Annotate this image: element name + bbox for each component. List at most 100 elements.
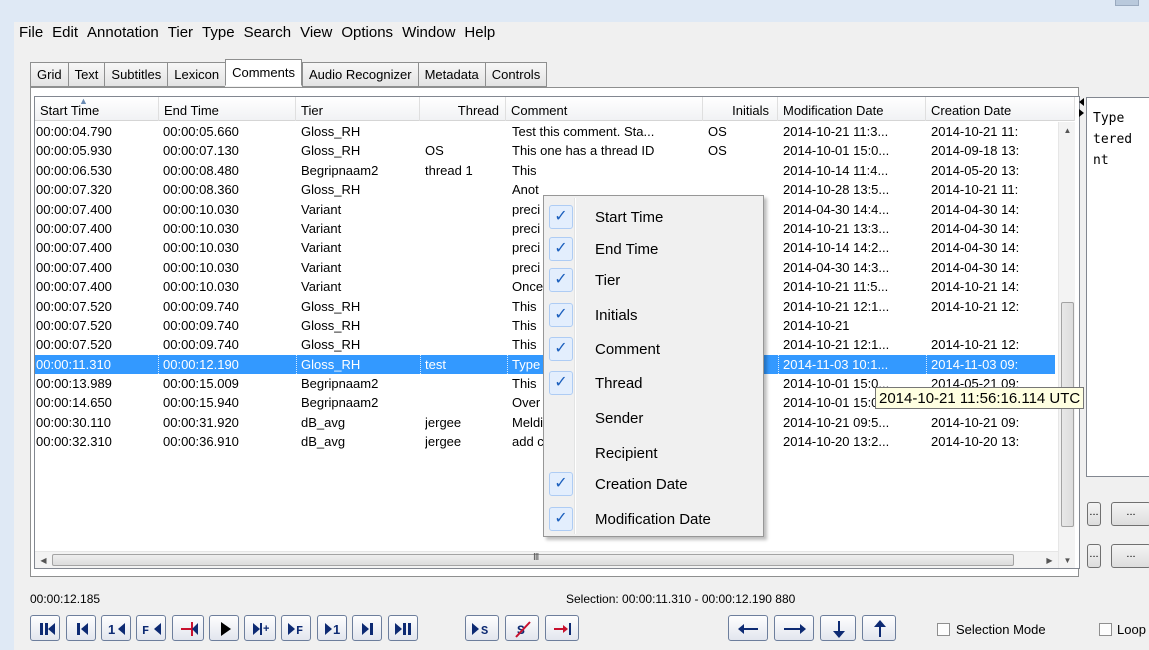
- menu-window[interactable]: Window: [401, 24, 456, 46]
- go-to-end-button[interactable]: [388, 615, 418, 641]
- pane-splitter[interactable]: [1079, 98, 1085, 120]
- menu-view[interactable]: View: [299, 24, 333, 46]
- column-header-end-time[interactable]: End Time: [159, 97, 296, 121]
- tab-grid[interactable]: Grid: [30, 62, 68, 87]
- column-header-thread[interactable]: Thread: [420, 97, 506, 121]
- scroll-thumb[interactable]: [1061, 302, 1074, 527]
- cell-comment: This one has a thread ID: [512, 143, 655, 159]
- previous-second-button[interactable]: [66, 615, 96, 641]
- tab-controls[interactable]: Controls: [484, 62, 548, 87]
- menu-type[interactable]: Type: [201, 24, 236, 46]
- cell-creation-date: 2014-09-18 13:: [931, 143, 1020, 159]
- selection-start-button[interactable]: S: [465, 615, 499, 641]
- menu-item-end-time[interactable]: ✓ End Time: [546, 233, 761, 263]
- previous-frame-button[interactable]: 1: [101, 615, 131, 641]
- collapse-right-icon[interactable]: [1079, 109, 1084, 117]
- cell-modification-date: 2014-10-21: [783, 317, 850, 333]
- table-row[interactable]: 00:00:06.530 00:00:08.480 Begripnaam2 threa…: [35, 161, 1055, 180]
- menu-search[interactable]: Search: [243, 24, 293, 46]
- selection-mode-checkbox[interactable]: [937, 623, 950, 636]
- menu-options[interactable]: Options: [340, 24, 394, 46]
- tab-lexicon[interactable]: Lexicon: [167, 62, 226, 87]
- column-header-modification-date[interactable]: Modification Date: [778, 97, 926, 121]
- cell-start-time: 00:00:07.520: [36, 298, 112, 314]
- column-header-start-time[interactable]: ▲ Start Time: [35, 97, 159, 121]
- previous-f-button[interactable]: F: [136, 615, 166, 641]
- menu-annotation[interactable]: Annotation: [86, 24, 160, 46]
- column-header-comment[interactable]: Comment: [506, 97, 703, 121]
- cell-creation-date: 2014-11-03 09:: [931, 356, 1019, 372]
- menu-item-thread[interactable]: ✓ Thread: [546, 367, 761, 397]
- column-header-initials[interactable]: Initials: [703, 97, 778, 121]
- play-selection-button[interactable]: +: [244, 615, 276, 641]
- window-button[interactable]: [1115, 0, 1139, 6]
- column-header-tier[interactable]: Tier: [296, 97, 420, 121]
- cell-modification-date: 2014-04-30 14:3...: [783, 259, 890, 275]
- horizontal-scroll-thumb[interactable]: III: [52, 552, 1014, 566]
- menu-item-recipient[interactable]: Recipient: [546, 437, 761, 467]
- cell-end-time: 00:00:15.009: [163, 376, 239, 392]
- menu-item-sender[interactable]: Sender: [546, 402, 761, 432]
- cell-start-time: 00:00:07.520: [36, 317, 112, 333]
- go-to-selection-end-button[interactable]: [545, 615, 579, 641]
- comment-text-area[interactable]: Type tered nt: [1086, 97, 1149, 477]
- cell-start-time: 00:00:07.400: [36, 220, 112, 236]
- shift-left-button[interactable]: [728, 615, 768, 641]
- arrow-right-bar-icon: [554, 623, 571, 635]
- previous-boundary-icon: [181, 622, 198, 636]
- menu-edit[interactable]: Edit: [51, 24, 79, 46]
- next-frame-button[interactable]: 1: [317, 615, 347, 641]
- menu-item-label: Modification Date: [595, 511, 711, 528]
- next-second-button[interactable]: [352, 615, 382, 641]
- table-row[interactable]: 00:00:05.930 00:00:07.130 Gloss_RH OS This o…: [35, 141, 1055, 160]
- move-up-button[interactable]: [862, 615, 896, 641]
- previous-f-icon: F: [142, 623, 161, 638]
- menu-item-modification-date[interactable]: ✓ Modification Date: [546, 503, 761, 533]
- cell-start-time: 00:00:07.400: [36, 259, 112, 275]
- menu-item-initials[interactable]: ✓ Initials: [546, 299, 761, 329]
- tab-metadata[interactable]: Metadata: [417, 62, 485, 87]
- collapse-left-icon[interactable]: [1079, 98, 1084, 106]
- table-row[interactable]: 00:00:04.790 00:00:05.660 Gloss_RH Test thi…: [35, 122, 1055, 141]
- cell-tier: Gloss_RH: [301, 124, 361, 139]
- play-button[interactable]: [209, 615, 239, 641]
- check-icon: ✓: [549, 303, 573, 327]
- scroll-down-icon[interactable]: ▼: [1059, 552, 1076, 568]
- tab-audio-recognizer[interactable]: Audio Recognizer: [301, 62, 418, 87]
- menu-item-comment[interactable]: ✓ Comment: [546, 333, 761, 363]
- menu-tier[interactable]: Tier: [167, 24, 194, 46]
- side-button-2[interactable]: ...: [1111, 502, 1149, 526]
- cell-tier: Gloss_RH: [301, 298, 361, 314]
- table-horizontal-scrollbar[interactable]: ◀ III ▶: [35, 551, 1058, 568]
- menu-item-label: Creation Date: [595, 476, 688, 493]
- tab-text[interactable]: Text: [67, 62, 105, 87]
- tab-subtitles[interactable]: Subtitles: [104, 62, 168, 87]
- column-header-creation-date[interactable]: Creation Date: [926, 97, 1075, 121]
- menu-help[interactable]: Help: [463, 24, 496, 46]
- go-to-begin-button[interactable]: [30, 615, 60, 641]
- menu-file[interactable]: File: [18, 24, 44, 46]
- cell-modification-date: 2014-10-14 11:4...: [783, 162, 889, 178]
- menu-item-label: Sender: [595, 410, 644, 427]
- clear-selection-button[interactable]: S: [505, 615, 539, 641]
- check-icon: ✓: [549, 268, 573, 292]
- menu-item-creation-date[interactable]: ✓ Creation Date: [546, 468, 761, 498]
- loop-mode-checkbox[interactable]: [1099, 623, 1112, 636]
- previous-boundary-button[interactable]: [172, 615, 204, 641]
- cell-tier: Gloss_RH: [301, 317, 361, 333]
- side-button-1[interactable]: ...: [1087, 502, 1101, 526]
- table-vertical-scrollbar[interactable]: ▲ ▼: [1058, 122, 1076, 568]
- tab-comments[interactable]: Comments: [225, 59, 302, 86]
- scroll-up-icon[interactable]: ▲: [1059, 122, 1076, 139]
- side-button-3[interactable]: ...: [1087, 544, 1101, 568]
- move-down-button[interactable]: [820, 615, 856, 641]
- side-button-4[interactable]: ...: [1111, 544, 1149, 568]
- scroll-right-icon[interactable]: ▶: [1041, 552, 1058, 568]
- shift-right-button[interactable]: [774, 615, 814, 641]
- cell-focus-divider: [507, 354, 508, 374]
- next-f-button[interactable]: F: [281, 615, 311, 641]
- menu-item-start-time[interactable]: ✓ Start Time: [546, 201, 761, 231]
- cell-start-time: 00:00:30.110: [36, 414, 111, 430]
- scroll-left-icon[interactable]: ◀: [35, 552, 52, 568]
- menu-item-tier[interactable]: ✓ Tier: [546, 264, 761, 294]
